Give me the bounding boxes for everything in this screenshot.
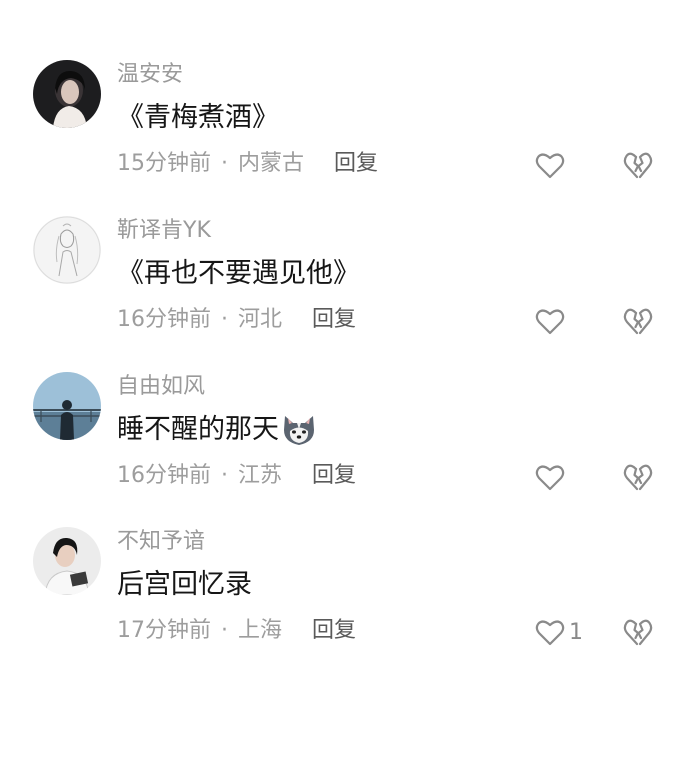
- avatar[interactable]: [33, 372, 101, 440]
- separator-dot: ·: [221, 618, 228, 643]
- comment-time: 15分钟前: [117, 151, 211, 176]
- reply-button[interactable]: 回复: [312, 615, 356, 647]
- comment-text-label: 《青梅煮酒》: [117, 102, 279, 133]
- avatar[interactable]: [33, 216, 101, 284]
- comment-time: 16分钟前: [117, 307, 211, 332]
- comment-text: 《青梅煮酒》: [117, 98, 279, 138]
- comment-text-label: 后宫回忆录: [117, 569, 252, 600]
- heart-outline-icon: [535, 465, 565, 491]
- comment-time: 17分钟前: [117, 618, 211, 643]
- comment-text: 睡不醒的那天: [117, 410, 317, 450]
- husky-emoji-icon: [284, 416, 314, 445]
- comment-location: 内蒙古: [238, 151, 305, 176]
- reply-button[interactable]: 回复: [312, 304, 356, 336]
- like-button[interactable]: [535, 150, 569, 180]
- dislike-button[interactable]: [623, 462, 653, 492]
- dislike-button[interactable]: [623, 306, 653, 336]
- comment-location: 上海: [238, 618, 283, 643]
- comment-item: 自由如风 睡不醒的那天 16分钟前 · 江苏 回复: [0, 372, 690, 528]
- comment-meta: 15分钟前 · 内蒙古 回复: [117, 148, 378, 180]
- broken-heart-icon: [623, 619, 653, 646]
- comment-item: 温安安 《青梅煮酒》 15分钟前 · 内蒙古 回复: [0, 60, 690, 216]
- comment-meta: 16分钟前 · 江苏 回复: [117, 460, 356, 492]
- heart-outline-icon: [535, 153, 565, 179]
- comment-location: 江苏: [238, 463, 283, 488]
- separator-dot: ·: [221, 307, 228, 332]
- comment-meta: 17分钟前 · 上海 回复: [117, 615, 356, 647]
- username[interactable]: 靳译肯YK: [117, 216, 211, 246]
- comment-time: 16分钟前: [117, 463, 211, 488]
- comment-item: 靳译肯YK 《再也不要遇见他》 16分钟前 · 河北 回复: [0, 216, 690, 372]
- comment-text: 后宫回忆录: [117, 565, 252, 605]
- username[interactable]: 自由如风: [117, 372, 205, 402]
- comment-text-label: 《再也不要遇见他》: [117, 258, 360, 289]
- reply-button[interactable]: 回复: [312, 460, 356, 492]
- comment-location: 河北: [238, 307, 283, 332]
- comment-text: 《再也不要遇见他》: [117, 254, 360, 294]
- comment-meta: 16分钟前 · 河北 回复: [117, 304, 356, 336]
- separator-dot: ·: [221, 463, 228, 488]
- like-button[interactable]: [535, 306, 569, 336]
- dislike-button[interactable]: [623, 150, 653, 180]
- broken-heart-icon: [623, 308, 653, 335]
- dislike-button[interactable]: [623, 617, 653, 647]
- like-button[interactable]: [535, 462, 569, 492]
- avatar[interactable]: [33, 60, 101, 128]
- avatar[interactable]: [33, 527, 101, 595]
- broken-heart-icon: [623, 464, 653, 491]
- separator-dot: ·: [221, 151, 228, 176]
- broken-heart-icon: [623, 152, 653, 179]
- heart-outline-icon: [535, 309, 565, 335]
- comment-text-label: 睡不醒的那天: [117, 414, 279, 445]
- username[interactable]: 不知予谙: [117, 527, 205, 557]
- username[interactable]: 温安安: [117, 60, 183, 90]
- reply-button[interactable]: 回复: [334, 148, 378, 180]
- heart-outline-icon: [535, 620, 565, 646]
- comment-item: 不知予谙 后宫回忆录 17分钟前 · 上海 回复 1: [0, 527, 690, 683]
- like-button[interactable]: 1: [535, 617, 583, 647]
- like-count: 1: [569, 619, 583, 645]
